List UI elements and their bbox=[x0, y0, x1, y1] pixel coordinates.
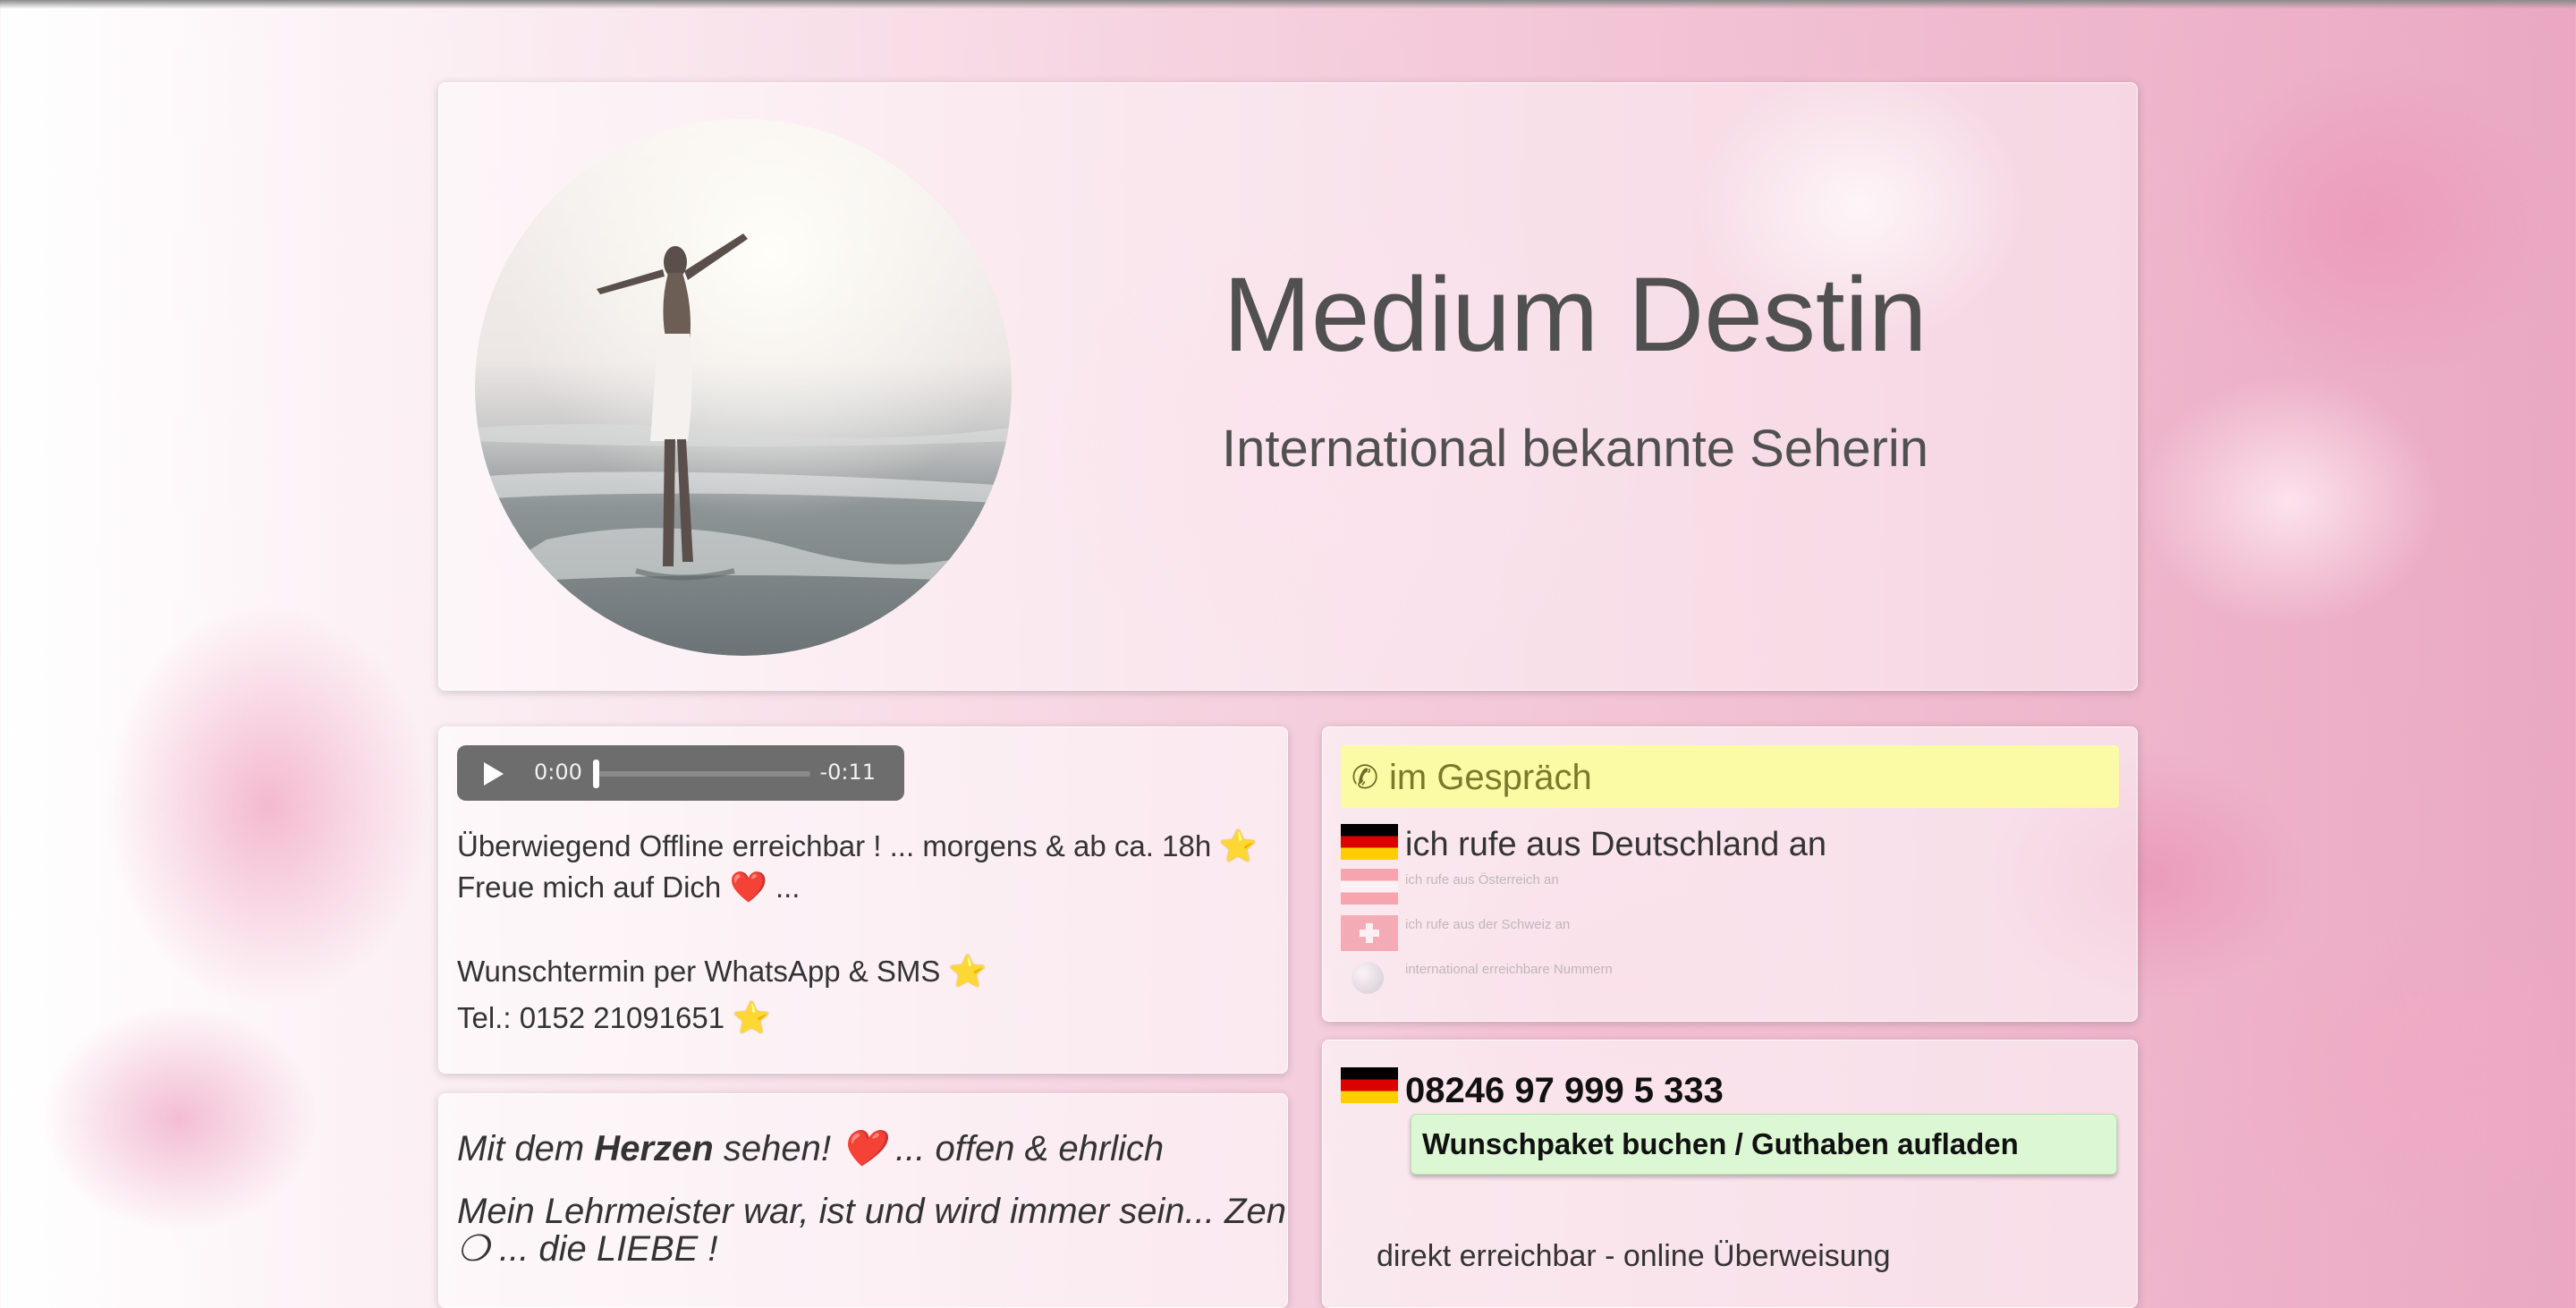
heart-icon: ❤️ bbox=[841, 1129, 886, 1168]
quote-text-bold: Herzen bbox=[594, 1129, 714, 1168]
quote-text-c: ... offen & ehrlich bbox=[885, 1129, 1165, 1168]
quote-line-1: Mit dem Herzen sehen! ❤️ ... offen & ehr… bbox=[457, 1130, 1164, 1168]
star-icon: ⭐ bbox=[733, 1001, 771, 1035]
site-title: Medium Destin bbox=[1223, 256, 1928, 374]
switzerland-flag-icon[interactable] bbox=[1341, 915, 1398, 951]
star-icon: ⭐ bbox=[1219, 829, 1258, 863]
audio-player[interactable]: 0:00 -0:11 bbox=[457, 745, 904, 801]
availability-text-2b: ... bbox=[775, 871, 801, 904]
country-option-international[interactable]: international erreichbare Nummern bbox=[1405, 962, 1613, 977]
availability-line-1: Überwiegend Offline erreichbar ! ... mor… bbox=[457, 826, 1258, 867]
direct-note: direkt erreichbar - online Überweisung bbox=[1377, 1239, 1891, 1273]
heart-icon: ❤️ bbox=[729, 871, 767, 905]
phone-text: Tel.: 0152 21091651 bbox=[457, 1001, 725, 1034]
header-card: Medium Destin International bekannte Seh… bbox=[438, 82, 2138, 691]
availability-text-3: Wunschtermin per WhatsApp & SMS bbox=[457, 955, 941, 988]
star-icon: ⭐ bbox=[948, 955, 987, 989]
germany-flag-icon[interactable] bbox=[1341, 824, 1398, 860]
audio-progress-thumb[interactable] bbox=[593, 760, 599, 788]
status-card: ✆ im Gespräch ich rufe aus Deutschland a… bbox=[1322, 726, 2138, 1022]
country-option-switzerland[interactable]: ich rufe aus der Schweiz an bbox=[1405, 917, 1570, 932]
quote-text-a: Mit dem bbox=[457, 1129, 595, 1168]
germany-flag-icon bbox=[1341, 1067, 1398, 1103]
status-label: im Gespräch bbox=[1389, 758, 1592, 797]
audio-remaining-time: -0:11 bbox=[819, 760, 876, 785]
status-bar: ✆ im Gespräch bbox=[1341, 745, 2119, 808]
quote-text-b: sehen! bbox=[713, 1129, 831, 1168]
beach-woman-illustration bbox=[475, 119, 1012, 656]
availability-line-2: Freue mich auf Dich ❤️ ... bbox=[457, 867, 800, 908]
audio-progress-track[interactable] bbox=[596, 771, 810, 777]
quote-card: Mit dem Herzen sehen! ❤️ ... offen & ehr… bbox=[438, 1093, 1288, 1308]
availability-line-3: Wunschtermin per WhatsApp & SMS ⭐ bbox=[457, 951, 987, 992]
play-icon[interactable] bbox=[484, 762, 504, 786]
phone-icon: ✆ bbox=[1352, 760, 1379, 796]
top-shadow bbox=[0, 0, 2576, 9]
country-option-germany[interactable]: ich rufe aus Deutschland an bbox=[1405, 826, 1826, 864]
quote-line-3: ❍ ... die LIEBE ! bbox=[457, 1229, 718, 1269]
audio-current-time: 0:00 bbox=[534, 760, 582, 785]
availability-text-2: Freue mich auf Dich bbox=[457, 871, 722, 904]
booking-card: 08246 97 999 5 333 Wunschpaket buchen / … bbox=[1322, 1040, 2138, 1308]
country-option-austria[interactable]: ich rufe aus Österreich an bbox=[1405, 872, 1559, 888]
austria-flag-icon[interactable] bbox=[1341, 869, 1398, 905]
availability-text-1: Überwiegend Offline erreichbar ! ... mor… bbox=[457, 829, 1212, 862]
availability-line-4: Tel.: 0152 21091651 ⭐ bbox=[457, 998, 771, 1039]
quote-line-2: Mein Lehrmeister war, ist und wird immer… bbox=[457, 1192, 1286, 1231]
globe-icon[interactable] bbox=[1352, 962, 1384, 994]
book-package-button[interactable]: Wunschpaket buchen / Guthaben aufladen bbox=[1411, 1114, 2117, 1175]
availability-card: 0:00 -0:11 Überwiegend Offline erreichba… bbox=[438, 726, 1288, 1074]
phone-number[interactable]: 08246 97 999 5 333 bbox=[1405, 1071, 1724, 1111]
profile-photo bbox=[475, 119, 1012, 656]
site-subtitle: International bekannte Seherin bbox=[1221, 420, 1929, 478]
